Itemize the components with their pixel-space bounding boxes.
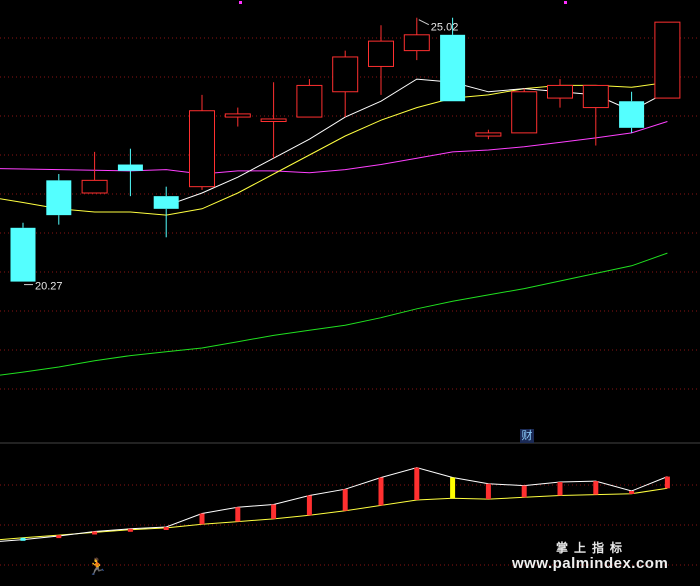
high-price-label: 25.02 — [431, 22, 459, 34]
indicator-yellow-line — [0, 487, 668, 541]
indicator-bar — [306, 495, 312, 516]
candle-body — [81, 179, 108, 194]
candle-body — [224, 113, 251, 118]
candle-body — [511, 91, 538, 134]
ma-yellow-line — [0, 81, 668, 216]
candle-body — [117, 164, 143, 171]
indicator-bar — [235, 507, 241, 522]
candle-body — [547, 84, 573, 99]
indicator-bar — [92, 531, 98, 535]
candle-body — [654, 21, 681, 99]
indicator-bar — [664, 476, 670, 489]
candle-body — [619, 101, 645, 128]
indicator-bar — [20, 537, 26, 541]
candle-body — [403, 34, 430, 52]
indicator-bar — [450, 477, 456, 499]
indicator-bar — [485, 483, 491, 500]
candle-body — [440, 34, 466, 102]
candlestick-chart: 25.02 20.27 — [0, 1, 700, 566]
indicator-white-line — [0, 467, 668, 542]
candle-body — [10, 227, 36, 282]
indicator-panel — [0, 467, 670, 542]
indicator-bar — [163, 527, 169, 530]
indicator-bar — [593, 481, 599, 495]
candles — [10, 17, 681, 282]
finance-badge[interactable]: 财 — [520, 429, 534, 443]
indicator-bar — [56, 535, 62, 539]
person-icon: 🏃 — [87, 557, 107, 576]
indicator-bar — [521, 485, 527, 498]
indicator-bar — [557, 482, 563, 496]
moving-average-lines — [0, 78, 668, 376]
indicator-bar — [127, 528, 133, 532]
indicator-bar — [342, 489, 348, 511]
candle-body — [260, 118, 287, 122]
top-marker — [239, 1, 242, 4]
indicator-bar — [414, 467, 420, 500]
indicator-bar — [271, 504, 277, 519]
candle-body — [332, 56, 359, 93]
watermark-cn: 掌上指标 — [556, 541, 629, 555]
candle-body — [46, 180, 72, 216]
candle-body — [189, 110, 215, 188]
candle-body — [582, 84, 609, 109]
indicator-bar — [629, 491, 635, 494]
low-price-label: 20.27 — [35, 281, 63, 293]
candle-body — [368, 40, 394, 67]
top-marker — [564, 1, 567, 4]
candle-body — [153, 196, 179, 209]
candle-body — [475, 132, 502, 137]
ma-magenta-line — [0, 121, 668, 175]
candle-body — [296, 84, 323, 118]
indicator-bar — [199, 513, 205, 525]
indicator-bar — [378, 477, 384, 506]
high-pointer — [418, 19, 430, 26]
watermark-url: www.palmindex.com — [512, 555, 669, 572]
ma-green-line — [0, 252, 668, 376]
